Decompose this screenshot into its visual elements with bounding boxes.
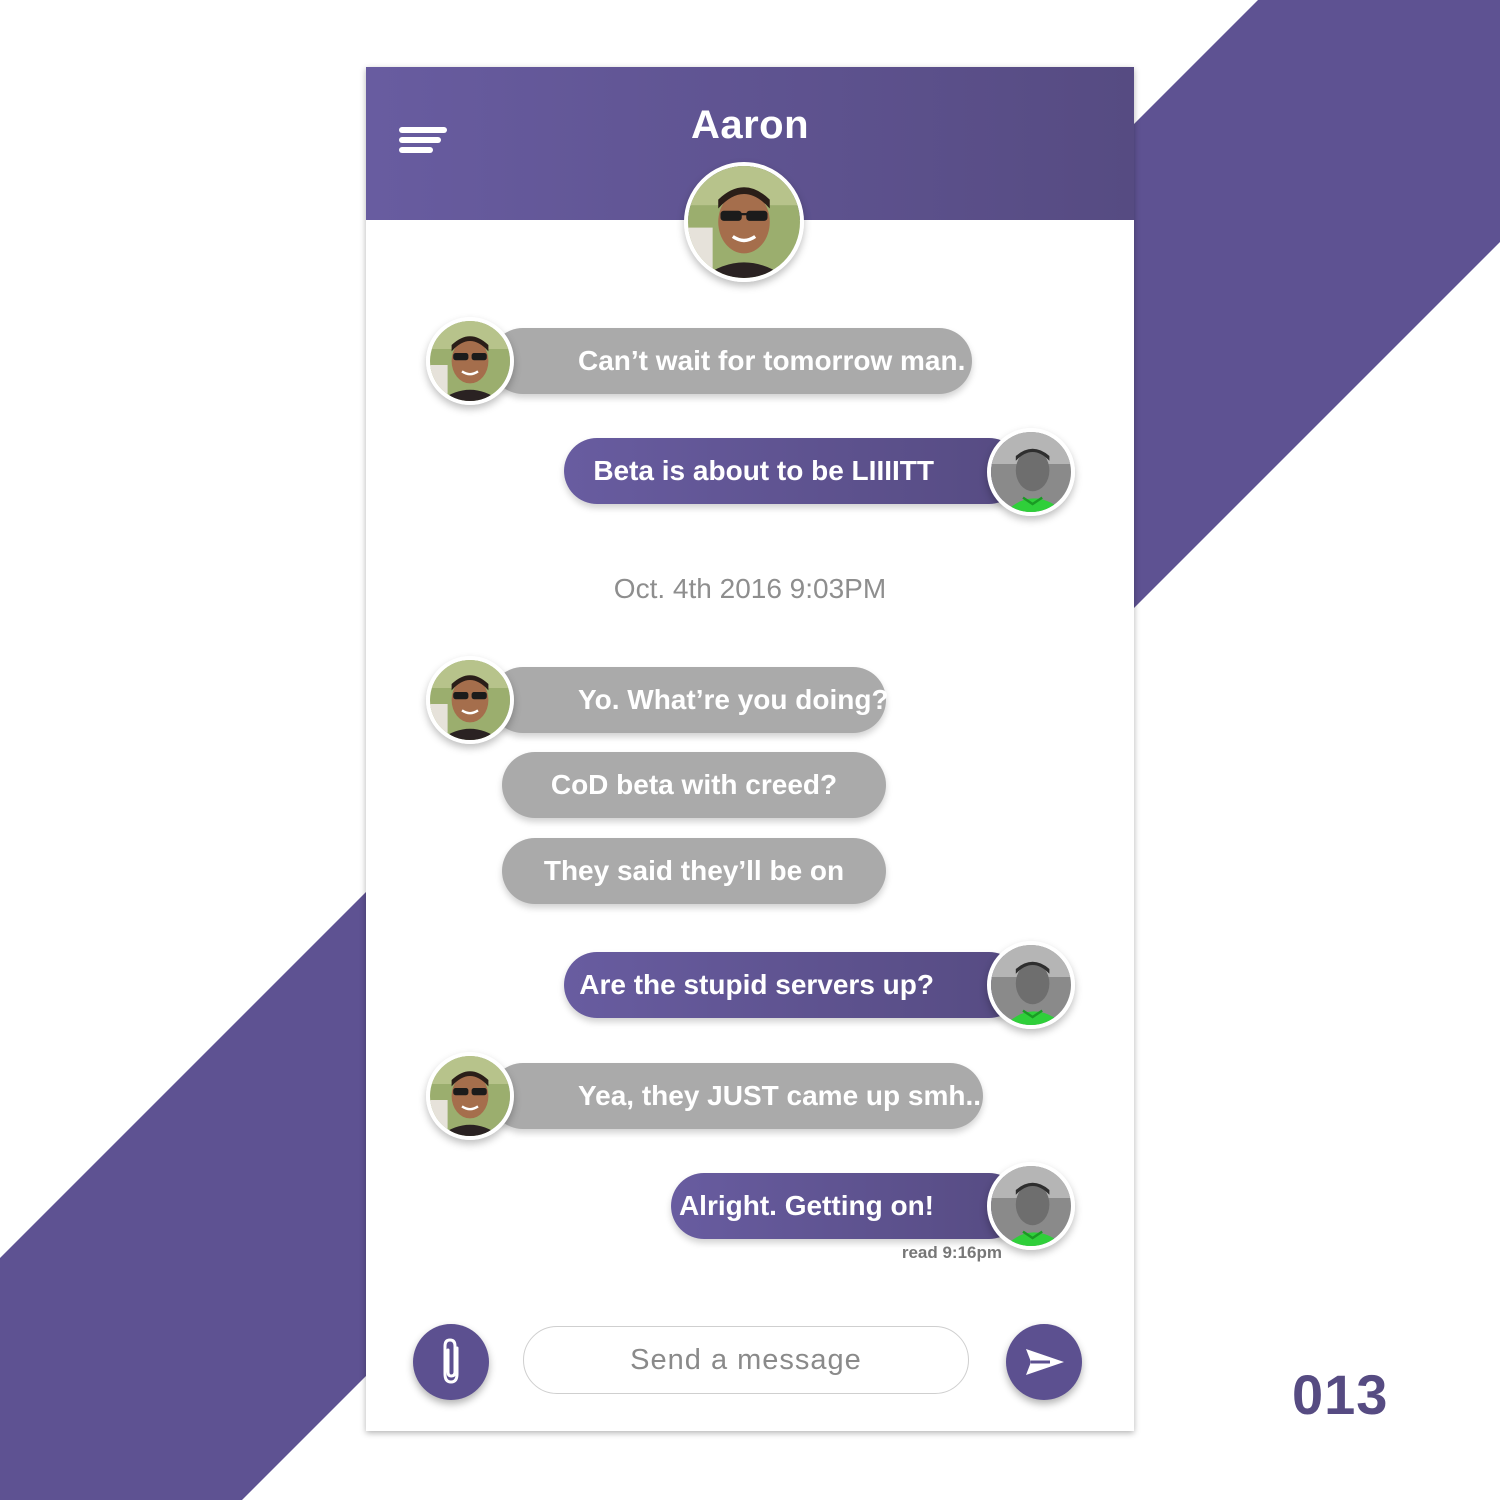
message-text: Yo. What’re you doing? — [578, 684, 889, 715]
user-avatar — [987, 941, 1075, 1029]
attach-button[interactable] — [413, 1324, 489, 1400]
message-text: Alright. Getting on! — [678, 1190, 934, 1221]
message-text: Beta is about to be LIIIITT — [593, 455, 934, 486]
sender-avatar — [426, 317, 514, 405]
user-avatar — [987, 428, 1075, 516]
message-text: Are the stupid servers up? — [579, 969, 934, 1000]
contact-name: Aaron — [690, 103, 810, 147]
message-bubble-outgoing: Beta is about to be LIIIITT — [564, 438, 1022, 504]
message-bubble-incoming: Yo. What’re you doing? — [490, 667, 889, 733]
send-button[interactable] — [1006, 1324, 1082, 1400]
contact-avatar[interactable] — [684, 162, 804, 282]
conversation-timestamp: Oct. 4th 2016 9:03PM — [613, 573, 887, 604]
sender-avatar — [426, 1052, 514, 1140]
user-avatar — [987, 1162, 1075, 1250]
message-bubble-outgoing: Are the stupid servers up? — [564, 952, 1022, 1018]
message-bubble-incoming: Can’t wait for tomorrow man. — [490, 328, 972, 394]
message-bubble-outgoing: Alright. Getting on! — [671, 1173, 1022, 1239]
paperclip-icon — [443, 1338, 459, 1384]
message-bubble-incoming: They said they’ll be on — [502, 838, 886, 904]
chat-screen: Aaron Can’t wait for tomorrow man. Beta … — [366, 67, 1134, 1431]
message-text: CoD beta with creed? — [550, 769, 838, 800]
message-text: Yea, they JUST came up smh.. — [578, 1080, 982, 1111]
message-text: They said they’ll be on — [543, 855, 845, 886]
read-receipt: read 9:16pm — [901, 1243, 1002, 1262]
message-bubble-incoming: Yea, they JUST came up smh.. — [490, 1063, 983, 1129]
sender-avatar — [426, 656, 514, 744]
message-input[interactable] — [523, 1326, 969, 1394]
message-text: Can’t wait for tomorrow man. — [578, 345, 966, 376]
message-bubble-incoming: CoD beta with creed? — [502, 752, 886, 818]
send-icon — [1026, 1349, 1064, 1375]
shot-number: 013 — [1292, 1363, 1389, 1426]
